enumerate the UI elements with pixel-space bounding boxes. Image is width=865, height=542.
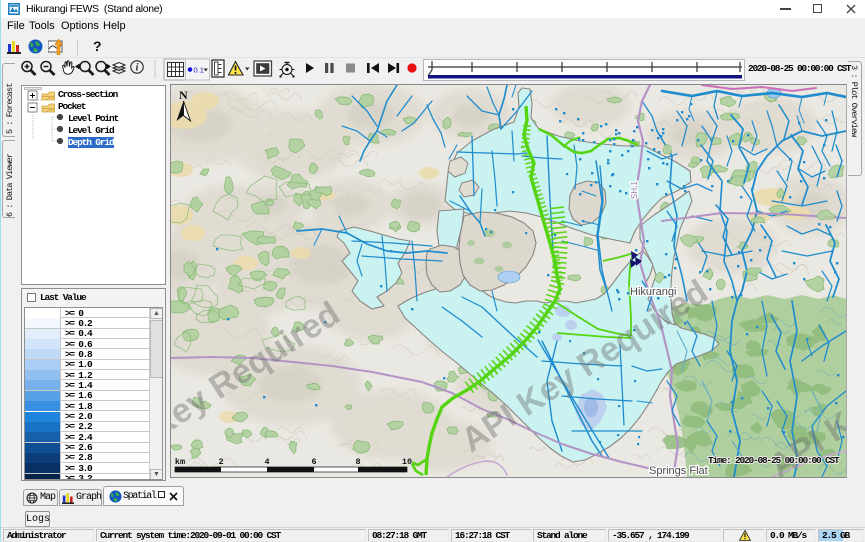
svg-text:km: km xyxy=(175,457,185,467)
svg-text:i: i xyxy=(136,63,139,74)
svg-text:Time: 2020-08-25 00:00:00 CST: Time: 2020-08-25 00:00:00 CST xyxy=(708,455,840,466)
svg-text:8: 8 xyxy=(355,457,360,467)
svg-text:N: N xyxy=(179,88,188,102)
svg-text:4: 4 xyxy=(264,457,269,467)
svg-text:10: 10 xyxy=(402,457,412,467)
svg-text:Springs Flat: Springs Flat xyxy=(649,465,708,477)
svg-text:6: 6 xyxy=(311,457,316,467)
svg-text:0.1: 0.1 xyxy=(194,66,204,75)
svg-text:Hikurangi: Hikurangi xyxy=(630,286,676,298)
svg-text:SH 1: SH 1 xyxy=(630,181,639,199)
svg-text:2: 2 xyxy=(218,457,223,467)
